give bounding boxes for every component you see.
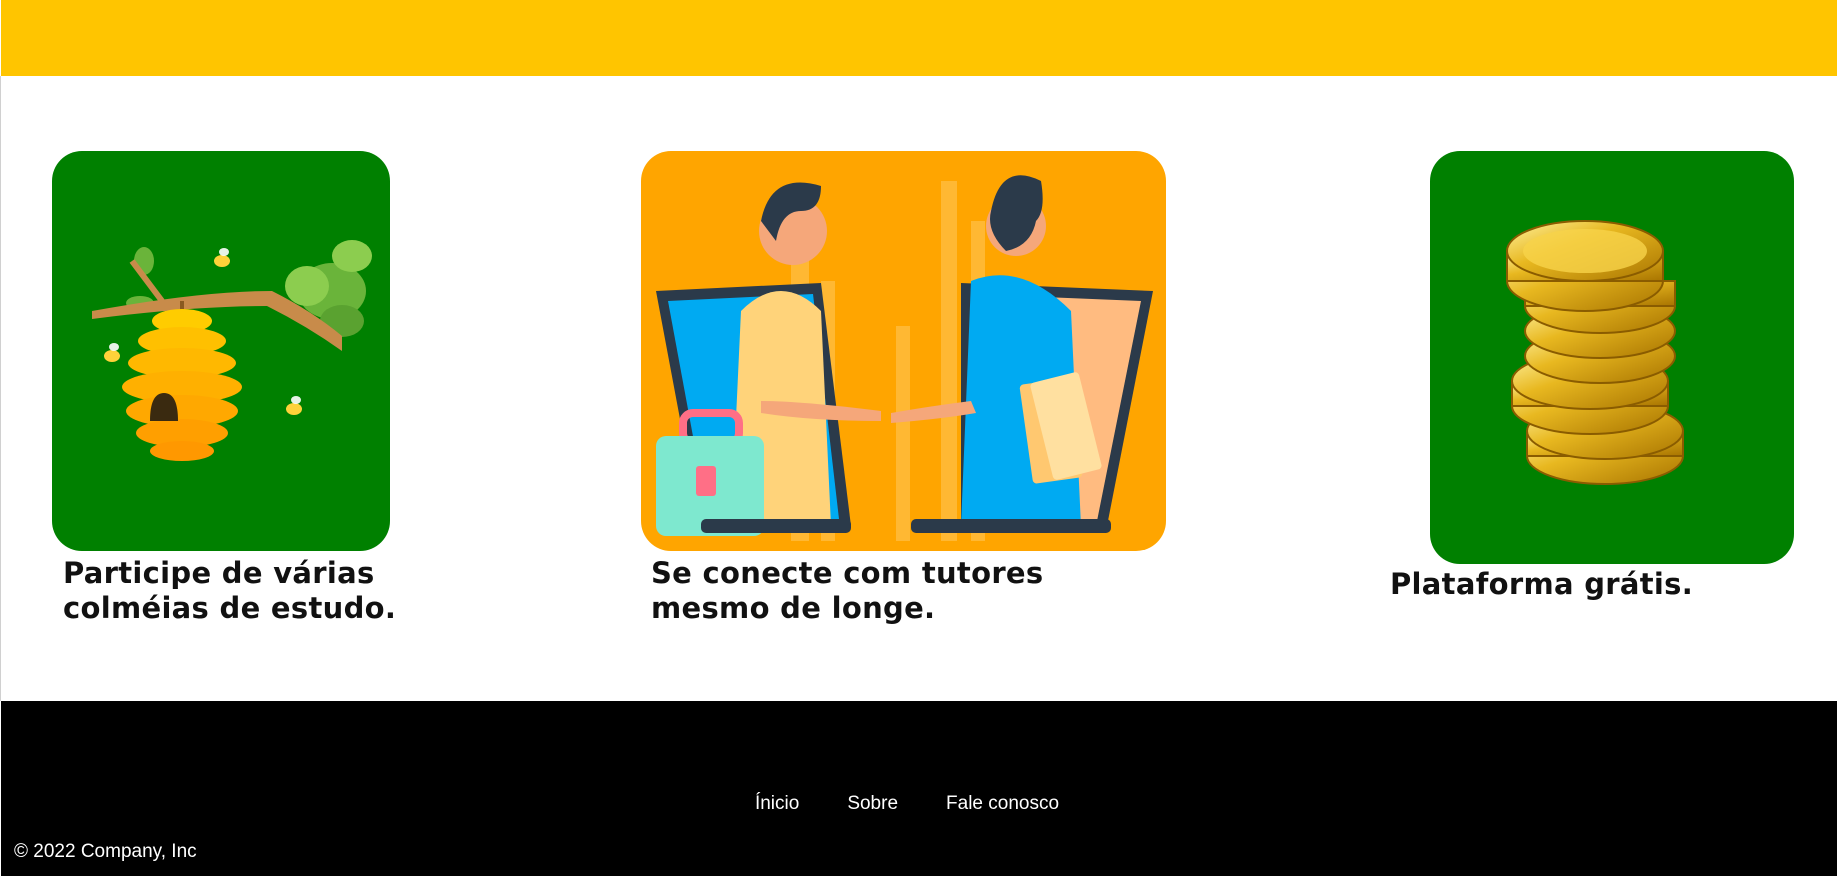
beehive-image	[52, 151, 390, 551]
handshake-illustration-graphic	[656, 175, 1153, 541]
copyright-text: © 2022 Company, Inc	[14, 841, 197, 862]
features-section: Participe de várias colméias de estudo.	[0, 76, 1837, 701]
handshake-image	[641, 151, 1166, 551]
footer-nav: Ínicio Sobre Fale conosco	[1, 793, 1837, 815]
gold-coins-image	[1430, 151, 1794, 564]
site-footer: Ínicio Sobre Fale conosco © 2022 Company…	[1, 701, 1837, 876]
top-header-bar	[1, 0, 1837, 76]
footer-link-sobre[interactable]: Sobre	[847, 793, 898, 815]
feature-caption-tutors: Se conecte com tutores mesmo de longe.	[651, 556, 1044, 625]
feature-caption-study-hives: Participe de várias colméias de estudo.	[63, 556, 397, 625]
beehive-illustration-graphic	[92, 240, 372, 461]
footer-link-fale-conosco[interactable]: Fale conosco	[946, 793, 1059, 815]
gold-coins-illustration-graphic	[1506, 220, 1684, 485]
feature-caption-free-platform: Plataforma grátis.	[1390, 567, 1694, 601]
footer-link-inicio[interactable]: Ínicio	[755, 793, 799, 815]
